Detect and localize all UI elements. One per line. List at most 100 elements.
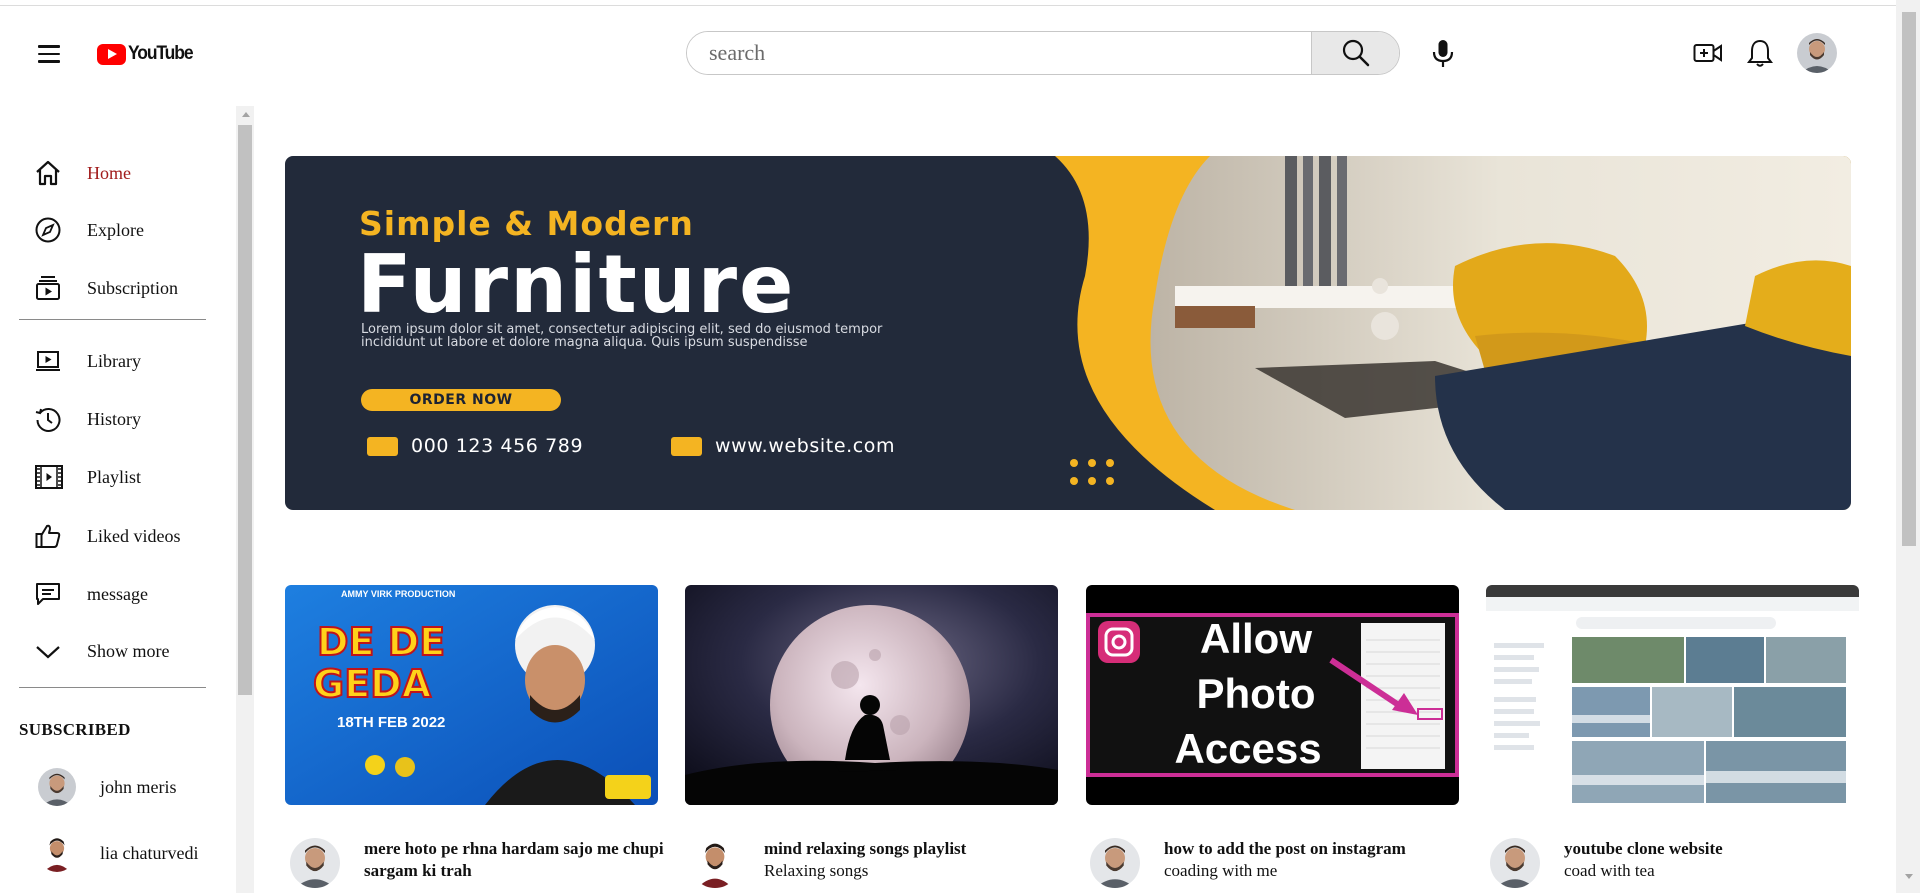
- subscribed-heading: SUBSCRIBED: [19, 720, 131, 739]
- home-icon: [34, 158, 70, 188]
- thumbnail-image: [685, 585, 1058, 805]
- thumb-text-line1: Allow: [1200, 615, 1312, 662]
- video-title[interactable]: mere hoto pe rhna hardam sajo me chupi s…: [364, 838, 664, 882]
- history-icon: [34, 404, 70, 434]
- scroll-down-arrow-icon[interactable]: [1905, 874, 1913, 879]
- thumbnail-image: Allow Photo Access: [1086, 585, 1459, 805]
- thumbs-up-icon: [34, 521, 70, 551]
- sidebar-item-show-more[interactable]: Show more: [34, 629, 234, 673]
- video-meta: how to add the post on instagram coading…: [1090, 838, 1464, 888]
- sidebar-item-label: Liked videos: [87, 525, 181, 546]
- sidebar-divider: [19, 319, 206, 320]
- phone-icon: [367, 436, 398, 456]
- video-thumbnail[interactable]: [685, 585, 1058, 805]
- subscriptions-icon: [34, 273, 70, 303]
- video-meta: mind relaxing songs playlist Relaxing so…: [690, 838, 1064, 888]
- top-header: YouTube: [0, 7, 1896, 97]
- banner-website-text: www.website.com: [715, 435, 896, 457]
- thumb-date: 18TH FEB 2022: [337, 714, 445, 731]
- sidebar-item-label: Show more: [87, 640, 170, 661]
- subscription-item[interactable]: john meris: [38, 768, 177, 806]
- sidebar-divider: [19, 687, 206, 688]
- sidebar: Home Explore Subscription Library Histor…: [0, 108, 236, 893]
- banner-phone: 000 123 456 789: [367, 435, 583, 457]
- search-bar: [686, 31, 1400, 75]
- channel-avatar: [38, 834, 76, 872]
- scroll-up-arrow-icon[interactable]: [242, 112, 250, 117]
- banner-phone-text: 000 123 456 789: [411, 435, 584, 457]
- sidebar-item-label: Explore: [87, 219, 144, 240]
- microphone-icon[interactable]: [1432, 39, 1454, 74]
- create-video-icon[interactable]: [1693, 42, 1723, 69]
- chevron-down-icon: [34, 636, 70, 666]
- channel-avatar[interactable]: [690, 838, 740, 888]
- channel-avatar[interactable]: [1490, 838, 1540, 888]
- channel-name[interactable]: Relaxing songs: [764, 860, 1064, 882]
- banner-website: www.website.com: [671, 435, 895, 457]
- channel-name[interactable]: coading with me: [1164, 860, 1464, 882]
- sidebar-item-label: message: [87, 583, 148, 604]
- sidebar-scrollbar-thumb[interactable]: [238, 125, 252, 695]
- video-text: youtube clone website coad with tea: [1564, 838, 1864, 888]
- sidebar-item-liked-videos[interactable]: Liked videos: [34, 514, 234, 558]
- channel-name[interactable]: coad with tea: [1564, 860, 1864, 882]
- thumb-caption: AMMY VIRK PRODUCTION: [341, 589, 455, 599]
- video-thumbnail[interactable]: Allow Photo Access: [1086, 585, 1459, 805]
- featured-banner[interactable]: Simple & Modern Furniture Lorem ipsum do…: [285, 156, 1851, 510]
- banner-dots-decoration: [1065, 456, 1119, 492]
- video-text: mind relaxing songs playlist Relaxing so…: [764, 838, 1064, 888]
- video-thumbnail[interactable]: AMMY VIRK PRODUCTION DE DE GEDA 18TH FEB…: [285, 585, 658, 805]
- video-text: mere hoto pe rhna hardam sajo me chupi s…: [364, 838, 664, 888]
- video-title[interactable]: how to add the post on instagram: [1164, 838, 1464, 860]
- video-meta: youtube clone website coad with tea: [1490, 838, 1864, 888]
- sidebar-item-label: Library: [87, 350, 141, 371]
- video-thumbnail[interactable]: [1486, 585, 1859, 805]
- subscription-name: john meris: [100, 776, 177, 797]
- search-button[interactable]: [1311, 32, 1399, 74]
- channel-avatar[interactable]: [290, 838, 340, 888]
- thumb-title-line1: DE DE: [317, 620, 445, 664]
- message-icon: [34, 579, 70, 609]
- channel-avatar: [38, 768, 76, 806]
- link-icon: [671, 436, 702, 456]
- subscription-item[interactable]: lia chaturvedi: [38, 834, 198, 872]
- thumb-text-line2: Photo: [1197, 670, 1316, 717]
- search-icon: [1342, 39, 1369, 67]
- sidebar-item-history[interactable]: History: [34, 397, 234, 441]
- window-top-border: [0, 0, 1920, 6]
- sidebar-item-label: Subscription: [87, 277, 179, 298]
- page-scrollbar-thumb[interactable]: [1902, 12, 1916, 546]
- playlist-icon: [34, 462, 70, 492]
- video-title[interactable]: youtube clone website: [1564, 838, 1864, 860]
- thumb-text-line3: Access: [1174, 725, 1321, 772]
- sidebar-item-subscription[interactable]: Subscription: [34, 266, 234, 310]
- sidebar-item-label: History: [87, 408, 141, 429]
- thumbnail-image: AMMY VIRK PRODUCTION DE DE GEDA 18TH FEB…: [285, 585, 658, 805]
- sidebar-item-explore[interactable]: Explore: [34, 208, 234, 252]
- menu-icon[interactable]: [38, 45, 60, 63]
- bell-icon[interactable]: [1747, 38, 1773, 73]
- subscription-name: lia chaturvedi: [100, 842, 199, 863]
- banner-order-button[interactable]: ORDER NOW: [361, 389, 561, 411]
- video-text: how to add the post on instagram coading…: [1164, 838, 1464, 888]
- youtube-play-icon: [97, 43, 126, 65]
- banner-headline: Furniture: [357, 238, 796, 331]
- sidebar-item-message[interactable]: message: [34, 572, 234, 616]
- video-title[interactable]: mind relaxing songs playlist: [764, 838, 1064, 860]
- thumb-title-line2: GEDA: [313, 662, 432, 706]
- youtube-logo[interactable]: YouTube: [97, 43, 198, 65]
- search-input[interactable]: [687, 32, 1311, 74]
- channel-avatar[interactable]: [1090, 838, 1140, 888]
- user-avatar[interactable]: [1797, 33, 1837, 73]
- sidebar-item-label: Home: [87, 162, 131, 183]
- banner-body-text: Lorem ipsum dolor sit amet, consectetur …: [361, 322, 883, 350]
- video-meta: mere hoto pe rhna hardam sajo me chupi s…: [290, 838, 664, 888]
- sidebar-item-home[interactable]: Home: [34, 151, 234, 195]
- sidebar-item-label: Playlist: [87, 466, 142, 487]
- compass-icon: [34, 215, 70, 245]
- library-icon: [34, 346, 70, 376]
- thumbnail-image: [1486, 585, 1859, 805]
- sidebar-item-library[interactable]: Library: [34, 339, 234, 383]
- logo-text: YouTube: [128, 43, 194, 64]
- sidebar-item-playlist[interactable]: Playlist: [34, 455, 234, 499]
